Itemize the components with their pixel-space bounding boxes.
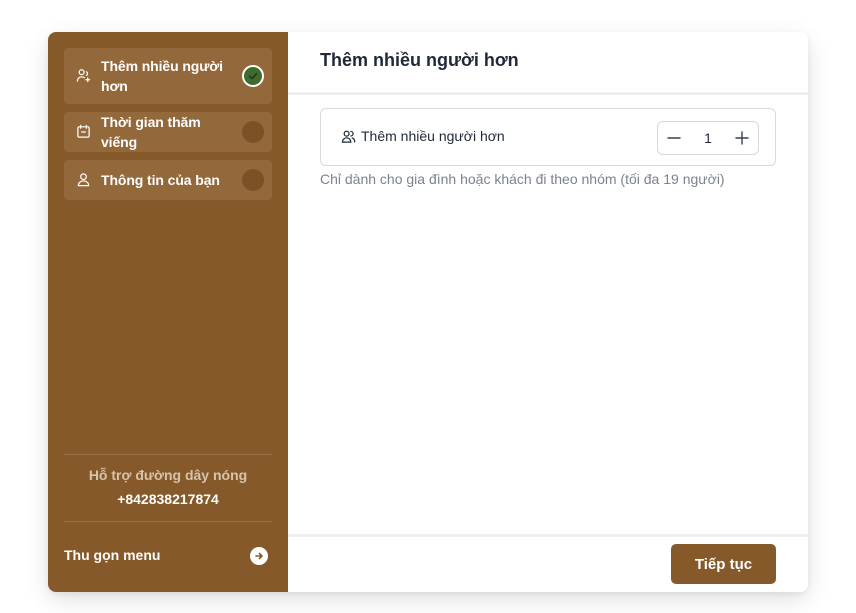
step-your-info[interactable]: Thông tin của bạn <box>64 160 272 200</box>
booking-card: Thêm nhiều người hơn Thời gian thăm viến… <box>48 32 808 592</box>
footer-divider <box>288 534 808 537</box>
step-pending-indicator <box>242 121 264 143</box>
collapse-menu-label: Thu gọn menu <box>64 547 161 563</box>
guest-count-label: Thêm nhiều người hơn <box>361 128 505 144</box>
hotline-phone[interactable]: +842838217874 <box>64 491 272 507</box>
step-completed-icon <box>242 65 264 87</box>
user-icon <box>77 173 90 187</box>
minus-icon <box>667 137 681 139</box>
arrow-right-circle-icon[interactable] <box>250 547 268 565</box>
users-icon <box>341 130 356 143</box>
step-label: Thông tin của bạn <box>101 172 220 188</box>
user-plus-icon <box>76 69 91 83</box>
calendar-icon <box>77 124 90 138</box>
title-divider <box>288 92 808 95</box>
step-pending-indicator <box>242 169 264 191</box>
step-add-people[interactable]: Thêm nhiều người hơn <box>64 48 272 104</box>
main-panel: Thêm nhiều người hơn Thêm nhiều người hơ… <box>288 32 808 592</box>
step-label: Thời gian thăm viếng <box>101 114 201 150</box>
step-list: Thêm nhiều người hơn Thời gian thăm viến… <box>64 48 272 208</box>
step-visit-time[interactable]: Thời gian thăm viếng <box>64 112 272 152</box>
guest-count-row: Thêm nhiều người hơn <box>320 108 776 166</box>
quantity-input[interactable] <box>690 122 726 154</box>
plus-icon <box>735 131 749 145</box>
group-hint-text: Chỉ dành cho gia đình hoặc khách đi theo… <box>320 171 725 187</box>
step-label: Thêm nhiều người hơn <box>101 58 223 94</box>
continue-button[interactable]: Tiếp tục <box>671 544 776 584</box>
sidebar: Thêm nhiều người hơn Thời gian thăm viến… <box>48 32 288 592</box>
collapse-menu-button[interactable]: Thu gọn menu <box>64 545 272 567</box>
page-title: Thêm nhiều người hơn <box>320 50 519 70</box>
hotline-label: Hỗ trợ đường dây nóng <box>88 467 248 483</box>
decrement-button[interactable] <box>658 122 690 154</box>
increment-button[interactable] <box>726 122 758 154</box>
hotline-section: Hỗ trợ đường dây nóng +842838217874 <box>64 454 272 522</box>
quantity-stepper <box>657 121 759 155</box>
